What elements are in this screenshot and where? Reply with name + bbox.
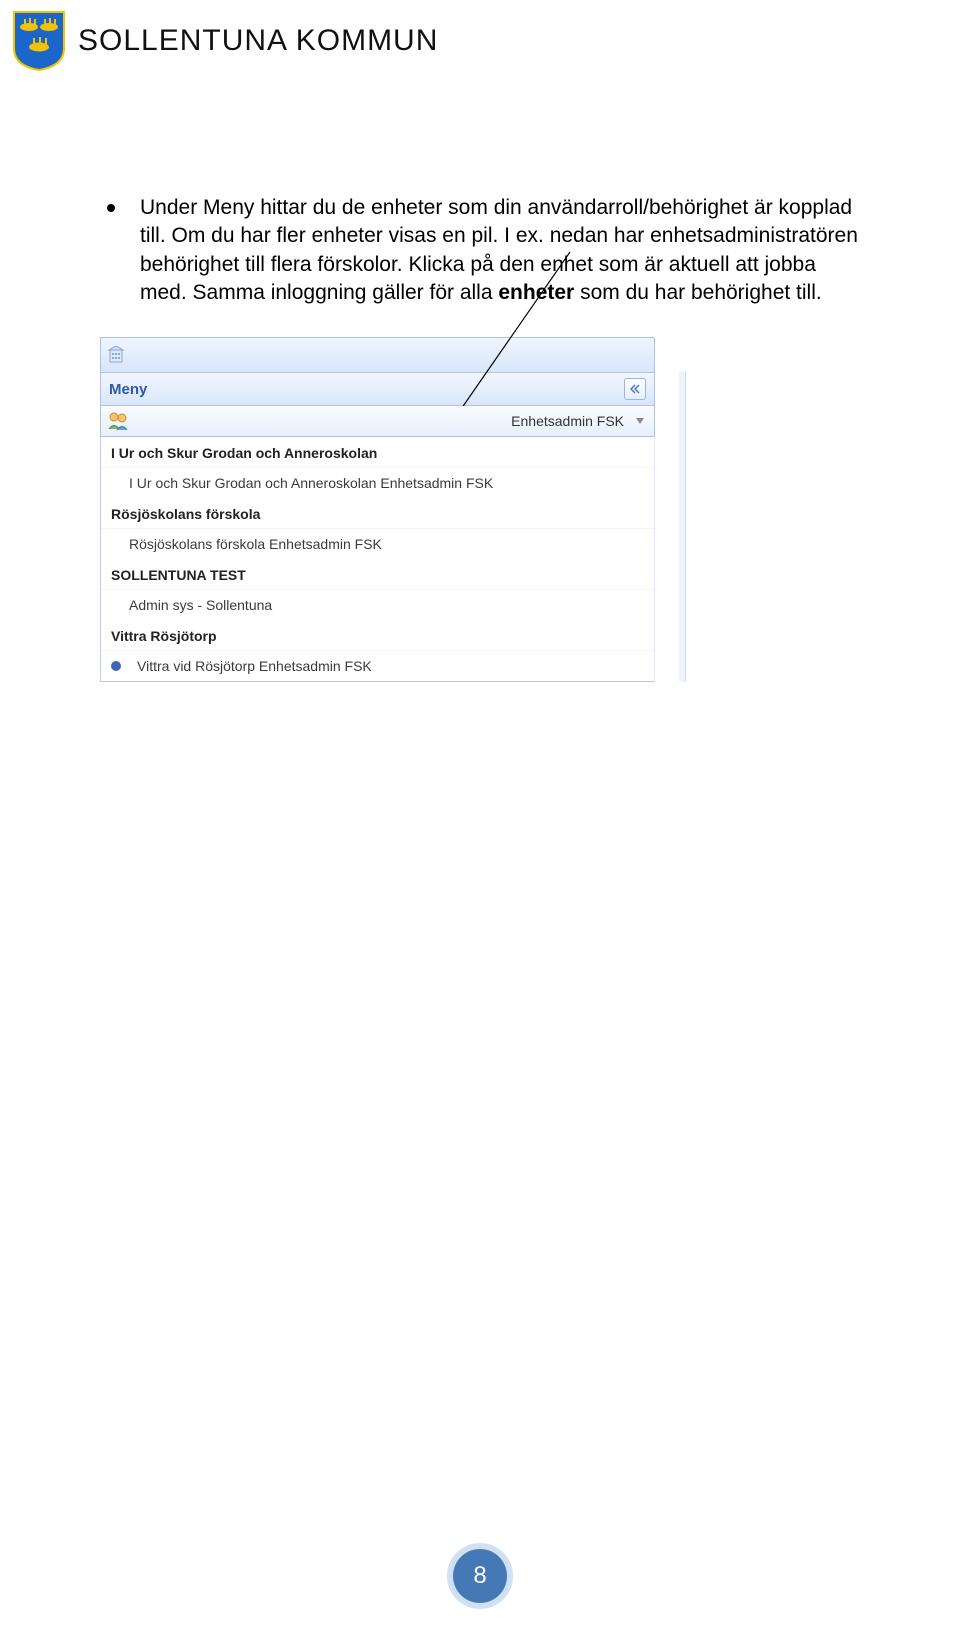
chevron-down-icon [636, 418, 644, 424]
current-indicator-icon [111, 661, 121, 671]
dropdown-group: I Ur och Skur Grodan och Anneroskolan [101, 437, 654, 467]
collapse-button[interactable] [624, 378, 646, 400]
app-topbar [100, 337, 655, 372]
instruction-line: Om du har fler enheter visas en pil. I e… [172, 224, 858, 247]
dropdown-group: SOLLENTUNA TEST [101, 559, 654, 589]
dropdown-item-label: I Ur och Skur Grodan och Anneroskolan En… [129, 475, 493, 491]
users-icon [107, 411, 129, 431]
building-icon [107, 346, 125, 364]
instruction-text: Under Meny hittar du de enheter som din … [140, 194, 860, 307]
menu-header: Meny [100, 372, 655, 406]
dropdown-item[interactable]: Admin sys - Sollentuna [101, 589, 654, 620]
dropdown-item-label: Rösjöskolans förskola Enhetsadmin FSK [129, 536, 382, 552]
dropdown-item-label: Admin sys - Sollentuna [129, 597, 272, 613]
instruction-strong: enheter [498, 281, 574, 304]
crest-icon [12, 10, 66, 72]
panel-side-border [679, 371, 686, 682]
menu-title: Meny [109, 381, 147, 398]
dropdown-item[interactable]: Rösjöskolans förskola Enhetsadmin FSK [101, 528, 654, 559]
app-panel: Meny Enhetsadmin FSK I Ur och Skur Groda… [100, 337, 655, 682]
page-header: SOLLENTUNA KOMMUN [0, 0, 960, 74]
role-label: Enhetsadmin FSK [511, 413, 628, 429]
page-number: 8 [473, 1562, 486, 1590]
dropdown-item[interactable]: Vittra vid Rösjötorp Enhetsadmin FSK [101, 650, 654, 681]
page-number-badge: 8 [453, 1549, 507, 1603]
chevron-left-double-icon [630, 384, 640, 394]
instruction-line: Samma inloggning gäller för alla [193, 281, 499, 304]
bullet-icon [107, 204, 115, 212]
org-title: SOLLENTUNA KOMMUN [78, 24, 438, 58]
instruction-line: som du har behörighet till. [574, 281, 821, 304]
dropdown-item-label: Vittra vid Rösjötorp Enhetsadmin FSK [137, 658, 372, 674]
app-screenshot: Meny Enhetsadmin FSK I Ur och Skur Groda… [100, 337, 680, 682]
role-selector[interactable]: Enhetsadmin FSK [100, 406, 655, 437]
dropdown-item[interactable]: I Ur och Skur Grodan och Anneroskolan En… [101, 467, 654, 498]
unit-dropdown: I Ur och Skur Grodan och Anneroskolan I … [100, 437, 655, 682]
dropdown-group: Rösjöskolans förskola [101, 498, 654, 528]
dropdown-group: Vittra Rösjötorp [101, 620, 654, 650]
